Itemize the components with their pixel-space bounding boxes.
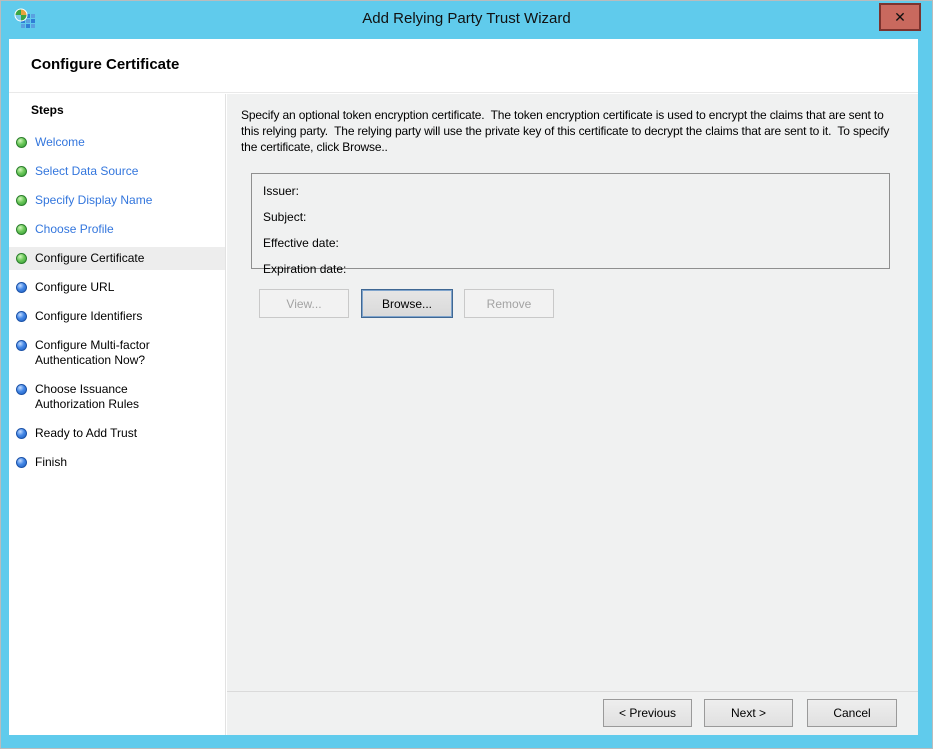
certificate-field-row: Subject: (252, 205, 889, 229)
step-label: Configure Certificate (35, 251, 144, 266)
step-label: Welcome (35, 135, 85, 150)
certificate-field-label: Expiration date: (263, 262, 346, 276)
page-header: Configure Certificate (9, 39, 918, 93)
step-completed-icon (16, 166, 27, 177)
window-frame-bottom (1, 735, 932, 748)
step-completed-icon (16, 253, 27, 264)
main-panel: Specify an optional token encryption cer… (227, 94, 918, 735)
page-title: Configure Certificate (31, 56, 179, 73)
step-label: Configure Multi-factor Authentication No… (35, 338, 169, 368)
step-pending-icon (16, 384, 27, 395)
step-completed-icon (16, 137, 27, 148)
next-button[interactable]: Next > (704, 699, 793, 727)
remove-button: Remove (464, 289, 554, 318)
view-button: View... (259, 289, 349, 318)
steps-list: Welcome Select Data Source Specify Display… (9, 131, 225, 474)
sidebar-item-finish: Finish (9, 451, 225, 474)
sidebar-item-choose-issuance-authorization-rules: Choose Issuance Authorization Rules (9, 378, 225, 416)
step-label: Choose Issuance Authorization Rules (35, 382, 169, 412)
step-pending-icon (16, 282, 27, 293)
certificate-field-label: Issuer: (263, 184, 299, 198)
wizard-window: Add Relying Party Trust Wizard ✕ Configu… (0, 0, 933, 749)
certificate-field-label: Subject: (263, 210, 306, 224)
window-frame-left (1, 39, 9, 748)
close-button[interactable]: ✕ (879, 3, 921, 31)
certificate-field-row: Expiration date: (252, 257, 889, 281)
step-label: Ready to Add Trust (35, 426, 137, 441)
browse-button[interactable]: Browse... (361, 289, 453, 318)
step-completed-icon (16, 195, 27, 206)
sidebar-item-configure-url: Configure URL (9, 276, 225, 299)
step-pending-icon (16, 340, 27, 351)
certificate-field-label: Effective date: (263, 236, 339, 250)
step-label: Configure URL (35, 280, 114, 295)
instruction-text: Specify an optional token encryption cer… (241, 107, 893, 155)
previous-button[interactable]: < Previous (603, 699, 692, 727)
step-label: Configure Identifiers (35, 309, 142, 324)
window-title: Add Relying Party Trust Wizard (1, 10, 932, 27)
step-completed-icon (16, 224, 27, 235)
title-bar: Add Relying Party Trust Wizard ✕ (1, 1, 932, 39)
sidebar-item-specify-display-name[interactable]: Specify Display Name (9, 189, 225, 212)
sidebar-item-configure-certificate[interactable]: Configure Certificate (9, 247, 225, 270)
steps-heading: Steps (31, 103, 225, 117)
certificate-field-row: Issuer: (252, 179, 889, 203)
sidebar-item-choose-profile[interactable]: Choose Profile (9, 218, 225, 241)
step-label: Choose Profile (35, 222, 114, 237)
sidebar-item-ready-to-add-trust: Ready to Add Trust (9, 422, 225, 445)
footer-divider (227, 691, 918, 692)
sidebar-item-configure-identifiers: Configure Identifiers (9, 305, 225, 328)
sidebar-item-configure-multi-factor-authentication-now: Configure Multi-factor Authentication No… (9, 334, 225, 372)
cancel-button[interactable]: Cancel (807, 699, 897, 727)
certificate-field-row: Effective date: (252, 231, 889, 255)
step-pending-icon (16, 428, 27, 439)
step-label: Specify Display Name (35, 193, 152, 208)
certificate-details-box: Issuer:Subject:Effective date:Expiration… (251, 173, 890, 269)
step-label: Finish (35, 455, 67, 470)
step-pending-icon (16, 311, 27, 322)
window-frame-right (918, 39, 932, 748)
sidebar-item-select-data-source[interactable]: Select Data Source (9, 160, 225, 183)
steps-sidebar: Steps Welcome Select Data Source Specify D… (9, 94, 226, 735)
sidebar-item-welcome[interactable]: Welcome (9, 131, 225, 154)
step-pending-icon (16, 457, 27, 468)
step-label: Select Data Source (35, 164, 138, 179)
